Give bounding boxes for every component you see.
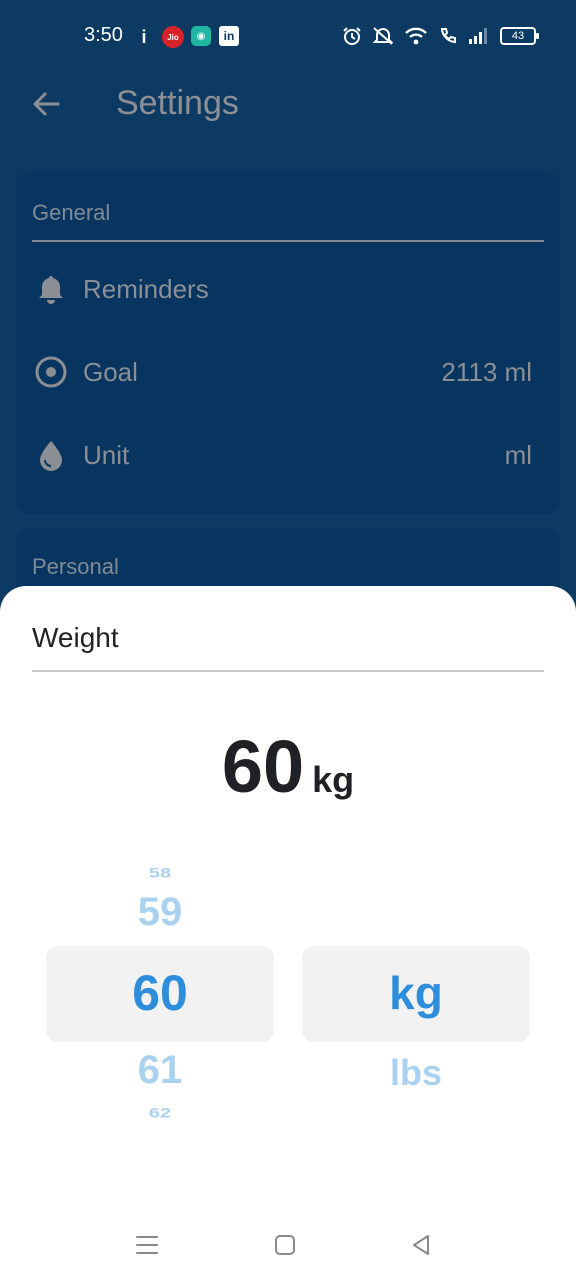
setting-row-reminders[interactable]: Reminders <box>16 254 560 324</box>
setting-label: Reminders <box>83 274 209 304</box>
selected-weight-unit: kg <box>312 759 355 800</box>
battery-icon: 43 <box>500 27 539 45</box>
section-title-personal: Personal <box>32 554 119 579</box>
setting-row-unit[interactable]: Unit ml <box>16 420 560 490</box>
back-arrow-icon[interactable] <box>28 86 64 122</box>
sheet-divider <box>32 670 544 672</box>
weight-number-picker[interactable]: 58 59 60 61 62 <box>46 846 274 1126</box>
system-navigation-bar <box>0 1210 576 1280</box>
app-notification-icon: ◉ <box>191 26 211 46</box>
wifi-icon <box>405 27 427 45</box>
picker-option[interactable]: 62 <box>46 1105 274 1121</box>
picker-option[interactable]: 61 <box>46 1048 274 1093</box>
setting-value: 2113 ml <box>441 357 532 387</box>
unit-option-selected[interactable]: kg <box>302 966 530 1020</box>
section-divider <box>32 240 544 242</box>
general-section: General Reminders Goal 2113 ml Unit ml <box>16 172 560 514</box>
selected-weight-value: 60 <box>221 725 305 808</box>
wifi-calling-icon <box>440 28 456 44</box>
picker-option[interactable]: 58 <box>46 865 274 881</box>
status-time: 3:50 <box>84 24 123 46</box>
setting-value: ml <box>504 440 532 470</box>
setting-label: Goal <box>83 357 138 387</box>
info-icon: i <box>141 26 147 47</box>
recent-apps-icon[interactable] <box>132 1230 162 1260</box>
target-icon <box>35 356 67 388</box>
sheet-title: Weight <box>32 622 119 653</box>
weight-unit-picker[interactable]: kg lbs <box>302 846 530 1126</box>
section-title-general: General <box>32 200 111 225</box>
selected-weight-display: 60 kg <box>0 724 576 809</box>
app-bar: Settings <box>0 74 576 134</box>
status-icons: 43 <box>342 26 539 46</box>
alarm-icon <box>343 27 361 45</box>
signal-icon <box>469 28 487 44</box>
status-bar: 3:50 i Jio ◉ in 43 <box>0 0 576 74</box>
picker-option-selected[interactable]: 60 <box>46 964 274 1022</box>
setting-label: Unit <box>83 440 130 470</box>
unit-option[interactable]: lbs <box>302 1052 530 1094</box>
bell-icon <box>39 276 63 304</box>
picker-option[interactable]: 59 <box>46 890 274 935</box>
weight-bottom-sheet: Weight 60 kg 58 59 60 61 62 kg lbs <box>0 586 576 1280</box>
jio-icon: Jio <box>162 26 184 48</box>
nav-back-icon[interactable] <box>406 1230 436 1260</box>
page-title: Settings <box>116 84 239 122</box>
setting-row-goal[interactable]: Goal 2113 ml <box>16 337 560 407</box>
linkedin-icon: in <box>219 26 239 46</box>
home-icon[interactable] <box>270 1230 300 1260</box>
mute-bell-icon <box>372 27 394 45</box>
drop-icon <box>40 441 62 471</box>
